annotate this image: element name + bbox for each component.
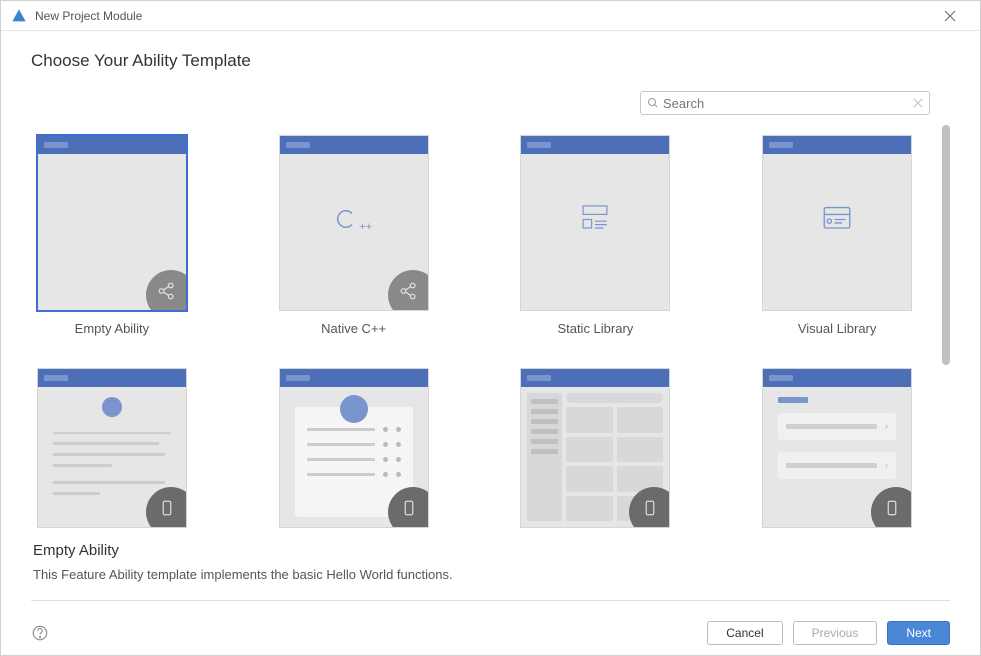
- template-label: Empty Ability: [75, 321, 149, 336]
- template-static-library[interactable]: Static Library: [515, 135, 677, 338]
- template-thumbnail: [37, 368, 187, 528]
- visual-library-icon: [820, 201, 854, 238]
- search-row: [31, 91, 950, 115]
- cpp-icon: ++: [335, 208, 372, 233]
- template-label: Static Library: [557, 321, 633, 336]
- description-title: Empty Ability: [33, 542, 948, 559]
- vertical-scrollbar[interactable]: [942, 125, 950, 530]
- template-label: Visual Library: [798, 321, 877, 336]
- description-text: This Feature Ability template implements…: [33, 567, 948, 582]
- template-native-cpp[interactable]: ++ Native C++: [273, 135, 435, 338]
- titlebar: New Project Module: [1, 1, 980, 31]
- phone-badge-icon: [629, 487, 670, 528]
- share-badge-icon: [388, 270, 429, 311]
- scrollbar-thumb[interactable]: [942, 125, 950, 365]
- template-thumbnail: [37, 135, 187, 311]
- clear-search-icon[interactable]: [913, 98, 923, 108]
- search-icon: [647, 97, 659, 109]
- footer-buttons: Cancel Previous Next: [707, 621, 950, 645]
- template-visual-library[interactable]: Visual Library: [756, 135, 918, 338]
- footer: Cancel Previous Next: [1, 611, 980, 655]
- content-area: Choose Your Ability Template Empty: [1, 31, 980, 611]
- search-box[interactable]: [640, 91, 930, 115]
- window-title: New Project Module: [35, 9, 930, 23]
- page-heading: Choose Your Ability Template: [31, 51, 950, 71]
- template-navigation[interactable]: [515, 368, 677, 530]
- help-icon[interactable]: [31, 624, 49, 642]
- template-thumbnail: › ›: [762, 368, 912, 528]
- template-profile[interactable]: [31, 368, 193, 530]
- static-library-icon: [578, 201, 612, 238]
- template-thumbnail: [520, 368, 670, 528]
- window-close-button[interactable]: [930, 1, 970, 31]
- app-icon: [11, 8, 27, 24]
- template-thumbnail: [279, 368, 429, 528]
- next-button[interactable]: Next: [887, 621, 950, 645]
- templates-grid: Empty Ability ++ Native C++: [31, 125, 938, 530]
- previous-button[interactable]: Previous: [793, 621, 878, 645]
- template-label: Native C++: [321, 321, 386, 336]
- template-description: Empty Ability This Feature Ability templ…: [31, 530, 950, 601]
- template-cards[interactable]: › ›: [756, 368, 918, 530]
- cancel-button[interactable]: Cancel: [707, 621, 782, 645]
- template-thumbnail: ++: [279, 135, 429, 311]
- template-form[interactable]: [273, 368, 435, 530]
- templates-scroll-area: Empty Ability ++ Native C++: [31, 125, 950, 530]
- template-thumbnail: [762, 135, 912, 311]
- share-badge-icon: [146, 270, 187, 311]
- template-thumbnail: [520, 135, 670, 311]
- search-input[interactable]: [663, 96, 913, 111]
- template-empty-ability[interactable]: Empty Ability: [31, 135, 193, 338]
